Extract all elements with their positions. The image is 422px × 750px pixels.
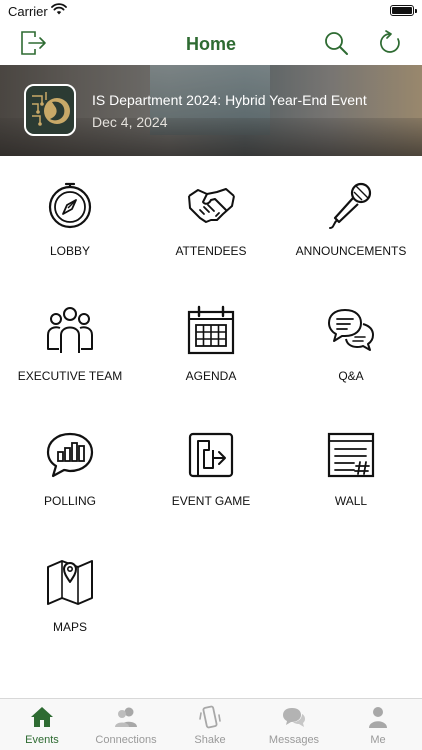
connections-icon — [115, 707, 137, 727]
tile-agenda[interactable]: AGENDA — [141, 305, 281, 395]
event-logo-icon — [26, 86, 74, 134]
carrier-label: Carrier — [8, 4, 48, 19]
tile-label: EVENT GAME — [171, 494, 251, 508]
wall-post-icon — [327, 432, 375, 478]
tab-label: Events — [25, 734, 59, 746]
tile-label: POLLING — [43, 494, 97, 508]
page-title: Home — [185, 34, 236, 54]
battery-icon — [390, 5, 417, 16]
compass-icon — [48, 182, 92, 229]
search-button[interactable] — [321, 28, 351, 58]
poll-chart-bubble-icon — [46, 432, 94, 478]
tab-bar: Events Connections Shake Messages Me — [0, 698, 422, 750]
status-bar: Carrier — [0, 0, 422, 22]
tile-wall[interactable]: WALL — [281, 430, 421, 520]
tile-label: ATTENDEES — [175, 244, 247, 258]
tab-label: Messages — [268, 734, 320, 746]
tile-label: WALL — [334, 494, 368, 508]
event-date: Dec 4, 2024 — [92, 114, 168, 130]
tile-label: ANNOUNCEMENTS — [295, 244, 407, 258]
tile-polling[interactable]: POLLING — [0, 430, 140, 520]
tile-label: LOBBY — [49, 244, 91, 258]
game-icon — [188, 432, 234, 478]
person-icon — [369, 707, 387, 728]
tile-qa[interactable]: Q&A — [281, 305, 421, 395]
people-group-icon — [47, 307, 93, 353]
tab-label: Shake — [194, 734, 226, 746]
tab-connections[interactable]: Connections — [84, 703, 168, 750]
event-title: IS Department 2024: Hybrid Year-End Even… — [92, 92, 367, 108]
tile-label: MAPS — [52, 620, 87, 634]
tile-label: EXECUTIVE TEAM — [17, 369, 123, 383]
tile-attendees[interactable]: ATTENDEES — [141, 180, 281, 270]
tab-label: Connections — [95, 734, 157, 746]
map-pin-icon — [47, 560, 93, 605]
handshake-icon — [188, 188, 235, 223]
tile-event-game[interactable]: EVENT GAME — [141, 430, 281, 520]
event-logo — [24, 84, 76, 136]
shake-phone-icon — [199, 705, 221, 729]
wifi-icon — [51, 3, 67, 15]
search-icon — [325, 32, 348, 55]
chat-bubbles-icon — [328, 309, 374, 351]
tile-label: Q&A — [338, 369, 364, 383]
tile-executive-team[interactable]: EXECUTIVE TEAM — [0, 305, 140, 395]
tab-messages[interactable]: Messages — [252, 703, 336, 750]
refresh-icon — [380, 30, 400, 53]
messages-icon — [283, 708, 305, 727]
refresh-button[interactable] — [375, 28, 405, 58]
tab-events[interactable]: Events — [0, 703, 84, 750]
event-banner[interactable]: IS Department 2024: Hybrid Year-End Even… — [0, 65, 422, 156]
tile-maps[interactable]: MAPS — [0, 556, 140, 646]
calendar-icon — [187, 305, 235, 355]
microphone-icon — [329, 182, 372, 229]
tab-label: Me — [370, 734, 386, 746]
tile-label: AGENDA — [185, 369, 237, 383]
tab-shake[interactable]: Shake — [168, 703, 252, 750]
nav-bar: Home — [0, 22, 422, 65]
tile-announcements[interactable]: ANNOUNCEMENTS — [281, 180, 421, 270]
home-icon — [31, 707, 53, 727]
tab-me[interactable]: Me — [336, 703, 420, 750]
tile-lobby[interactable]: LOBBY — [0, 180, 140, 270]
